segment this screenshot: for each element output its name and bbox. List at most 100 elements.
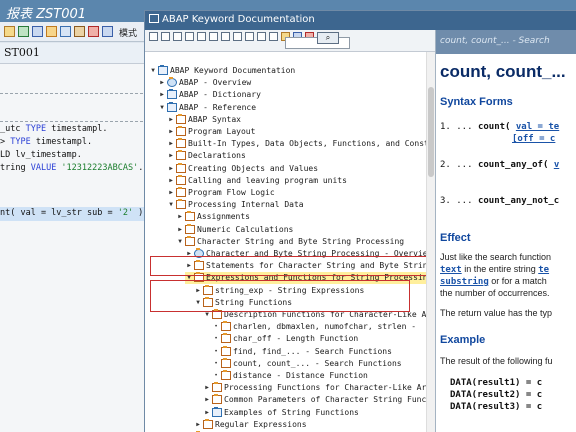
tree-node[interactable]: • count, count_... - Search Functions [212,357,402,370]
layout-icon[interactable] [60,26,71,37]
tree-node[interactable]: ▶ Numeric Calculations [176,223,293,236]
expand-icon[interactable] [233,32,242,41]
down-icon[interactable] [221,32,230,41]
folder-icon [221,321,231,332]
tree-node-label: ABAP - Overview [179,78,252,88]
expand-toggle-icon[interactable]: ▶ [167,126,175,138]
tree-node[interactable]: ▶ Common Parameters of Character String F… [203,394,435,406]
te-link[interactable]: te [538,265,549,275]
tree-node-label: ABAP - Reference [179,102,257,112]
substring-link[interactable]: substring [440,277,489,287]
expand-toggle-icon[interactable]: ▶ [167,187,175,199]
tree-node[interactable]: ▼ Processing Internal Data [167,199,304,211]
expand-toggle-icon[interactable]: ▶ [176,211,184,223]
tree-node[interactable]: • distance - Distance Function [212,370,368,382]
text-link[interactable]: text [440,265,462,275]
tree-node[interactable]: ▶ Processing Functions for Character-Like… [203,382,435,394]
expand-toggle-icon[interactable]: ▶ [158,89,166,101]
content-breadcrumb: count, count_... - Search [436,30,576,54]
info-icon[interactable] [102,26,113,37]
leaf-bullet-icon: • [214,335,218,343]
forward-icon[interactable] [161,32,170,41]
program-name: ST001 [4,46,40,59]
tree-node-label: char_off - Length Function [233,334,359,344]
collapse-toggle-icon[interactable]: ▼ [149,65,157,77]
tree-node[interactable]: ▶ Calling and leaving program units [167,174,347,187]
tree-node-label: Processing Internal Data [188,200,304,210]
documentation-tree[interactable]: ▼ ABAP Keyword Documentation ▶ ABAP - Overv… [145,52,435,432]
tree-node[interactable]: ▶ Examples of String Functions [203,406,359,419]
collapse-toggle-icon[interactable]: ▼ [176,236,184,248]
expand-toggle-icon[interactable]: ▶ [167,114,175,126]
tree-node[interactable]: ▶ ABAP Syntax [167,113,241,126]
highlight-box [150,280,410,312]
page-title: count, count_... [440,62,566,81]
effect-text: Just like the search function [440,252,552,262]
folder-icon [176,174,186,185]
editor-toolbar: 模式 [0,22,150,42]
tree-node[interactable]: ▶ Creating Objects and Values [167,162,318,175]
tree-node[interactable]: • char_off - Length Function [212,333,358,345]
expand-toggle-icon[interactable]: ▶ [167,175,175,187]
hierarchy-icon[interactable] [32,26,43,37]
expand-toggle-icon[interactable]: ▶ [194,419,202,431]
document-icon [158,65,168,75]
expand-toggle-icon[interactable]: ▶ [203,382,211,394]
pattern-button[interactable]: 模式 [119,26,137,39]
expand-toggle-icon[interactable]: ▶ [176,224,184,236]
tree-node-label: ABAP - Dictionary [179,90,261,100]
scroll-thumb[interactable] [428,87,434,177]
settings-icon[interactable] [269,32,278,41]
tree-node[interactable]: ▶ Regular Expressions [194,418,307,431]
code-line: _utc TYPE timestampl. [0,124,108,134]
tree-node[interactable]: ▼ ABAP - Reference [158,101,257,114]
expand-toggle-icon[interactable]: ▶ [167,150,175,162]
list-icon[interactable] [74,26,85,37]
up-icon[interactable] [209,32,218,41]
content-body: count, count_... Syntax Forms 1. ... cou… [436,54,576,432]
tree-node[interactable]: ▶ Assignments [176,211,250,223]
code-editor[interactable]: _utc TYPE timestampl. > TYPE timestampl.… [0,64,148,432]
collapse-toggle-icon[interactable]: ▼ [158,102,166,114]
folder-icon [185,235,195,246]
tree-node[interactable]: • find, find_... - Search Functions [212,345,392,358]
back-icon[interactable] [149,32,158,41]
tree-node-label: Calling and leaving program units [188,175,347,185]
tree-node[interactable]: ▶ ABAP - Dictionary [158,89,261,101]
tree-node[interactable]: ▶ Declarations [167,150,246,162]
collapse-toggle-icon[interactable]: ▼ [167,199,175,211]
tree-node[interactable]: ▶ ABAP - Overview [158,77,251,89]
tree-node[interactable]: ▼ Character String and Byte String Proces… [176,235,404,248]
find-button[interactable]: ⌕ [317,32,339,44]
example-code-line: DATA(result1) = c [450,378,543,388]
tree-scrollbar[interactable] [426,52,435,432]
folder-icon [176,150,186,161]
pattern-icon[interactable] [4,26,15,37]
tree-node[interactable]: ▶ Program Layout [167,126,255,138]
documentation-content: count, count_... - Search count, count_.… [435,30,576,432]
expand-toggle-icon[interactable]: ▶ [203,407,211,419]
stop-icon[interactable] [88,26,99,37]
expand-toggle-icon[interactable]: ▶ [158,77,166,89]
tree-node[interactable]: ▼ ABAP Keyword Documentation [149,65,295,77]
search-icon[interactable] [257,32,266,41]
tree-node-label: Common Parameters of Character String Fu… [224,395,435,405]
syntax-form-2: 2. ... count_any_of( v [440,160,560,170]
home-icon[interactable] [173,32,182,41]
app-icon [149,14,159,23]
code-line: LD lv_timestamp. [0,150,82,160]
expand-toggle-icon[interactable]: ▶ [203,394,211,406]
display-icon[interactable] [46,26,57,37]
collapse-icon[interactable] [245,32,254,41]
tree-node-label: distance - Distance Function [233,371,368,380]
tree-node[interactable]: ▶ Built-In Types, Data Objects, Functions… [167,138,435,150]
print-icon[interactable] [185,32,194,41]
tree-node[interactable]: • charlen, dbmaxlen, numofchar, strlen - [212,321,416,333]
expand-toggle-icon[interactable]: ▶ [167,163,175,175]
tree-node[interactable]: ▶ Program Flow Logic [167,187,275,199]
editor-title: 报表 ZST001 [6,7,87,22]
bookmark-icon[interactable] [197,32,206,41]
tree-node-label: Declarations [188,151,246,161]
expand-toggle-icon[interactable]: ▶ [167,138,175,150]
activate-icon[interactable] [18,26,29,37]
